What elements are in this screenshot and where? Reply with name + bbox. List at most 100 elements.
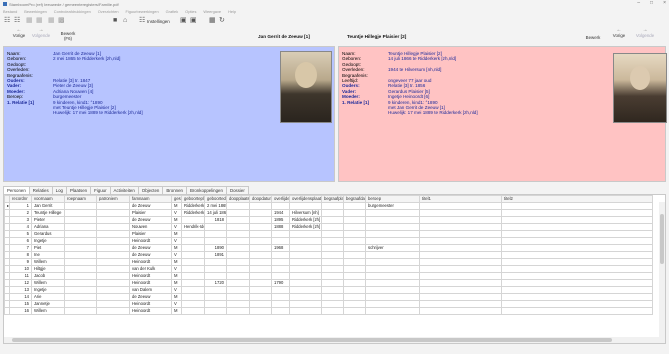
table-cell[interactable] bbox=[96, 258, 130, 266]
table-cell[interactable]: Heinoordt bbox=[129, 272, 172, 280]
table-cell[interactable] bbox=[501, 307, 653, 315]
table-cell[interactable] bbox=[321, 300, 344, 308]
menu-item-bewerkingen[interactable]: Bewerkingen bbox=[24, 9, 47, 14]
table-cell[interactable] bbox=[365, 223, 420, 231]
table-cell[interactable] bbox=[289, 202, 322, 210]
table-cell[interactable] bbox=[96, 272, 130, 280]
table-cell[interactable] bbox=[343, 216, 366, 224]
table-cell[interactable]: 1790 bbox=[271, 279, 290, 287]
tab-relaties[interactable]: Relaties bbox=[28, 186, 53, 194]
bewerk-right-button[interactable]: Bewerk bbox=[582, 35, 604, 40]
table-cell[interactable] bbox=[343, 230, 366, 238]
table-cell[interactable] bbox=[321, 237, 344, 245]
table-cell[interactable]: 11 bbox=[9, 272, 32, 280]
column-header[interactable]: geboortedatum bbox=[204, 195, 227, 203]
table-cell[interactable] bbox=[289, 251, 322, 259]
table-cell[interactable] bbox=[501, 300, 653, 308]
table-cell[interactable] bbox=[226, 307, 250, 315]
right-info-value[interactable]: Huwelijk: 17 mei 1889 te Ridderkerk [zh,… bbox=[388, 110, 478, 115]
table-cell[interactable]: 7 bbox=[9, 244, 32, 252]
table-cell[interactable] bbox=[419, 272, 502, 280]
column-header[interactable]: famnaam bbox=[129, 195, 172, 203]
table-cell[interactable] bbox=[419, 293, 502, 301]
table-cell[interactable] bbox=[289, 265, 322, 273]
table-cell[interactable] bbox=[181, 300, 205, 308]
table-cell[interactable] bbox=[289, 230, 322, 238]
table-cell[interactable] bbox=[271, 286, 290, 294]
table-cell[interactable] bbox=[321, 209, 344, 217]
table-cell[interactable] bbox=[365, 300, 420, 308]
table-cell[interactable]: M bbox=[171, 216, 182, 224]
table-cell[interactable] bbox=[365, 237, 420, 245]
menu-item-figuur[interactable]: Figuurbewerkingen bbox=[126, 9, 159, 14]
table-cell[interactable]: V bbox=[171, 209, 182, 217]
table-cell[interactable]: schrijver bbox=[365, 244, 420, 252]
table-cell[interactable] bbox=[226, 258, 250, 266]
table-cell[interactable] bbox=[321, 293, 344, 301]
table-cell[interactable] bbox=[321, 244, 344, 252]
table-cell[interactable] bbox=[204, 307, 227, 315]
table-cell[interactable] bbox=[419, 258, 502, 266]
table-cell[interactable] bbox=[249, 202, 272, 210]
table-cell[interactable] bbox=[321, 258, 344, 266]
table-cell[interactable] bbox=[249, 307, 272, 315]
table-cell[interactable] bbox=[365, 265, 420, 273]
table-row[interactable]: 13 Ingetje van Dalem V bbox=[4, 286, 653, 294]
table-cell[interactable] bbox=[226, 237, 250, 245]
table-cell[interactable] bbox=[321, 272, 344, 280]
list-icon[interactable]: ▦ bbox=[36, 17, 43, 24]
column-header[interactable]: begraafplaats bbox=[321, 195, 344, 203]
table-cell[interactable]: Ingetje bbox=[31, 237, 65, 245]
table-cell[interactable]: Heinoordt bbox=[129, 258, 172, 266]
table-cell[interactable] bbox=[343, 251, 366, 259]
table-cell[interactable] bbox=[419, 209, 502, 217]
menu-item-bestand[interactable]: Bestand bbox=[3, 9, 17, 14]
column-header[interactable]: doopplaats bbox=[226, 195, 250, 203]
chart-icon[interactable]: ▩ bbox=[58, 17, 65, 24]
table-cell[interactable]: Nouwen bbox=[129, 223, 172, 231]
table-cell[interactable]: 13 bbox=[9, 286, 32, 294]
table-cell[interactable] bbox=[64, 272, 97, 280]
table-cell[interactable]: 10 bbox=[9, 265, 32, 273]
table-cell[interactable] bbox=[271, 293, 290, 301]
horizontal-scrollbar[interactable] bbox=[4, 337, 665, 343]
table-cell[interactable]: 1891 bbox=[204, 251, 227, 259]
table-cell[interactable] bbox=[249, 279, 272, 287]
table-cell[interactable] bbox=[501, 293, 653, 301]
column-header[interactable]: beroep bbox=[365, 195, 420, 203]
table-cell[interactable] bbox=[249, 223, 272, 231]
table-cell[interactable] bbox=[181, 286, 205, 294]
table-cell[interactable] bbox=[226, 293, 250, 301]
table-cell[interactable]: Ingetje bbox=[31, 286, 65, 294]
table-cell[interactable] bbox=[289, 293, 322, 301]
table-cell[interactable]: Teuntje Hillege bbox=[31, 209, 65, 217]
table-cell[interactable] bbox=[181, 265, 205, 273]
table-row[interactable]: 11 Jacob Heinoordt M bbox=[4, 272, 653, 280]
table-row[interactable]: 2 Teuntje Hillege Plaisier V Ridderkerk 14 ju… bbox=[4, 209, 653, 217]
table-row[interactable]: 8 Ine de Zeeuw V 1891 bbox=[4, 251, 653, 259]
column-header[interactable]: overlijdensplaats bbox=[289, 195, 322, 203]
table-cell[interactable] bbox=[96, 265, 130, 273]
table-cell[interactable] bbox=[419, 300, 502, 308]
table-cell[interactable] bbox=[289, 272, 322, 280]
table-cell[interactable] bbox=[501, 251, 653, 259]
table-cell[interactable] bbox=[501, 258, 653, 266]
table-cell[interactable] bbox=[271, 237, 290, 245]
table-cell[interactable] bbox=[419, 202, 502, 210]
table-cell[interactable] bbox=[64, 202, 97, 210]
column-header[interactable]: geslacht bbox=[171, 195, 182, 203]
table-cell[interactable] bbox=[249, 230, 272, 238]
table-cell[interactable]: V bbox=[171, 286, 182, 294]
table-cell[interactable] bbox=[501, 286, 653, 294]
menu-item-opties[interactable]: Opties bbox=[185, 9, 196, 14]
minimize-button[interactable]: – bbox=[637, 0, 640, 6]
table-cell[interactable]: de Zeeuw bbox=[129, 202, 172, 210]
table-cell[interactable] bbox=[226, 265, 250, 273]
table-cell[interactable] bbox=[249, 258, 272, 266]
maximize-button[interactable]: □ bbox=[650, 0, 653, 6]
table-cell[interactable] bbox=[181, 272, 205, 280]
tab-activiteiten[interactable]: Activiteiten bbox=[109, 186, 139, 194]
right-info-value[interactable]: 14 juli 1866 te Ridderkerk [zh,nld] bbox=[388, 56, 456, 61]
table-cell[interactable]: V bbox=[171, 237, 182, 245]
table-cell[interactable] bbox=[249, 216, 272, 224]
